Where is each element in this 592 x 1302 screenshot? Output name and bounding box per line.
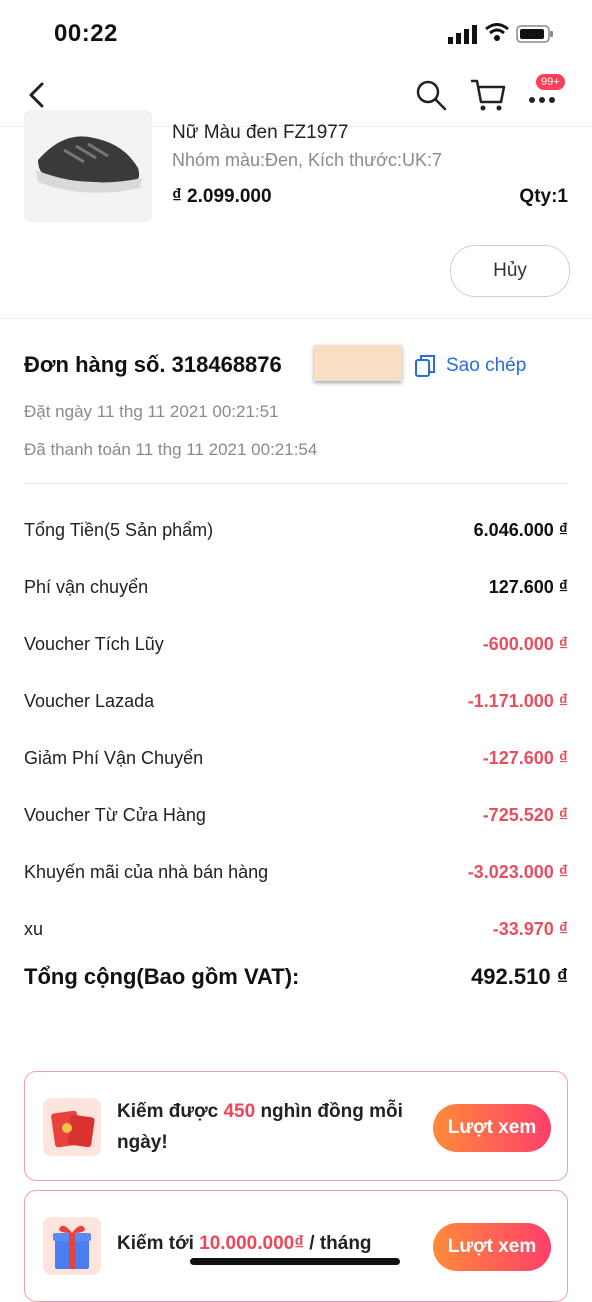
promo-text-post: / tháng bbox=[303, 1233, 372, 1254]
section-divider bbox=[0, 318, 592, 319]
grand-total-label: Tổng cộng(Bao gồm VAT): bbox=[24, 964, 300, 989]
promo-card-daily[interactable]: Kiếm được 450 nghìn đồng mỗi ngày! Lượt … bbox=[24, 1071, 568, 1181]
promo-text-pre: Kiếm tới bbox=[117, 1233, 200, 1254]
promo-text: Kiếm được 450 nghìn đồng mỗi ngày! bbox=[117, 1096, 417, 1158]
summary-row: Voucher Lazada -1.171.000 ₫ bbox=[24, 673, 568, 730]
price-summary: Tổng Tiền(5 Sản phẩm) 6.046.000 ₫ Phí vận… bbox=[24, 502, 568, 958]
grand-total-value: 492.510 ₫ bbox=[471, 964, 568, 989]
product-variant: Nhóm màu:Đen, Kích thước:UK:7 bbox=[172, 150, 442, 170]
product-name: Nữ Màu đen FZ1977 bbox=[172, 122, 349, 143]
cancel-button[interactable]: Hủy bbox=[450, 245, 570, 297]
copy-button[interactable]: Sao chép bbox=[446, 355, 526, 377]
summary-value: 127.600 ₫ bbox=[488, 577, 568, 597]
summary-value: -600.000 ₫ bbox=[482, 634, 568, 654]
promo-highlight: 10.000.000₫ bbox=[199, 1233, 304, 1254]
summary-label: Khuyến mãi của nhà bán hàng bbox=[24, 862, 269, 882]
summary-value: -127.600 ₫ bbox=[482, 748, 568, 768]
summary-row: Voucher Tích Lũy -600.000 ₫ bbox=[24, 616, 568, 673]
summary-value: -725.520 ₫ bbox=[482, 805, 568, 825]
red-envelope-icon bbox=[43, 1098, 101, 1156]
sneaker-image bbox=[36, 136, 142, 193]
summary-label: Voucher Từ Cửa Hàng bbox=[24, 805, 206, 825]
view-button[interactable]: Lượt xem bbox=[433, 1104, 551, 1152]
promo-card-monthly[interactable]: Kiếm tới 10.000.000₫ / tháng Lượt xem bbox=[24, 1190, 568, 1302]
search-icon[interactable] bbox=[414, 78, 448, 112]
summary-row: Giảm Phí Vận Chuyển -127.600 ₫ bbox=[24, 730, 568, 787]
notification-badge: 99+ bbox=[536, 74, 565, 90]
section-divider bbox=[24, 483, 568, 484]
cart-icon[interactable] bbox=[468, 76, 508, 114]
gift-box-icon bbox=[43, 1217, 101, 1275]
wifi-icon bbox=[485, 23, 509, 41]
summary-row: Phí vận chuyển 127.600 ₫ bbox=[24, 559, 568, 616]
order-number: Đơn hàng số. 31846887​6 bbox=[24, 352, 282, 377]
summary-value: -33.970 ₫ bbox=[492, 919, 568, 939]
battery-icon bbox=[516, 25, 553, 43]
summary-value: 6.046.000 ₫ bbox=[473, 520, 568, 540]
summary-value: -3.023.000 ₫ bbox=[467, 862, 568, 882]
order-paid-date: Đã thanh toán 11 thg 11 2021 00:21:54 bbox=[24, 440, 318, 459]
summary-label: xu bbox=[24, 919, 44, 939]
summary-row: Tổng Tiền(5 Sản phẩm) 6.046.000 ₫ bbox=[24, 502, 568, 559]
summary-label: Voucher Lazada bbox=[24, 691, 155, 711]
home-indicator[interactable] bbox=[190, 1258, 400, 1265]
summary-label: Voucher Tích Lũy bbox=[24, 634, 164, 654]
redaction-box bbox=[314, 345, 402, 381]
status-time: 00:22 bbox=[54, 20, 118, 47]
product-price: ₫ 2.099.000 bbox=[172, 186, 272, 207]
product-image[interactable] bbox=[24, 110, 152, 222]
summary-row: Khuyến mãi của nhà bán hàng -3.023.000 ₫ bbox=[24, 844, 568, 901]
copy-icon[interactable] bbox=[414, 354, 436, 378]
status-bar: 00:22 bbox=[0, 0, 592, 66]
summary-row: xu -33.970 ₫ bbox=[24, 901, 568, 958]
grand-total-row: Tổng cộng(Bao gồm VAT): 492.510 ₫ bbox=[24, 964, 568, 990]
summary-label: Giảm Phí Vận Chuyển bbox=[24, 748, 204, 768]
summary-value: -1.171.000 ₫ bbox=[467, 691, 568, 711]
product-quantity: Qty:1 bbox=[519, 186, 568, 207]
promo-text: Kiếm tới 10.000.000₫ / tháng bbox=[117, 1233, 437, 1255]
promo-text-pre: Kiếm được bbox=[117, 1101, 224, 1122]
promo-highlight: 450 bbox=[223, 1101, 256, 1122]
summary-label: Phí vận chuyển bbox=[24, 577, 149, 597]
summary-row: Voucher Từ Cửa Hàng -725.520 ₫ bbox=[24, 787, 568, 844]
back-arrow-icon[interactable] bbox=[22, 78, 52, 112]
cellular-signal-icon bbox=[448, 25, 477, 44]
order-placed-date: Đặt ngày 11 thg 11 2021 00:21:51 bbox=[24, 402, 279, 421]
view-button[interactable]: Lượt xem bbox=[433, 1223, 551, 1271]
summary-label: Tổng Tiền(5 Sản phẩm) bbox=[24, 520, 214, 540]
